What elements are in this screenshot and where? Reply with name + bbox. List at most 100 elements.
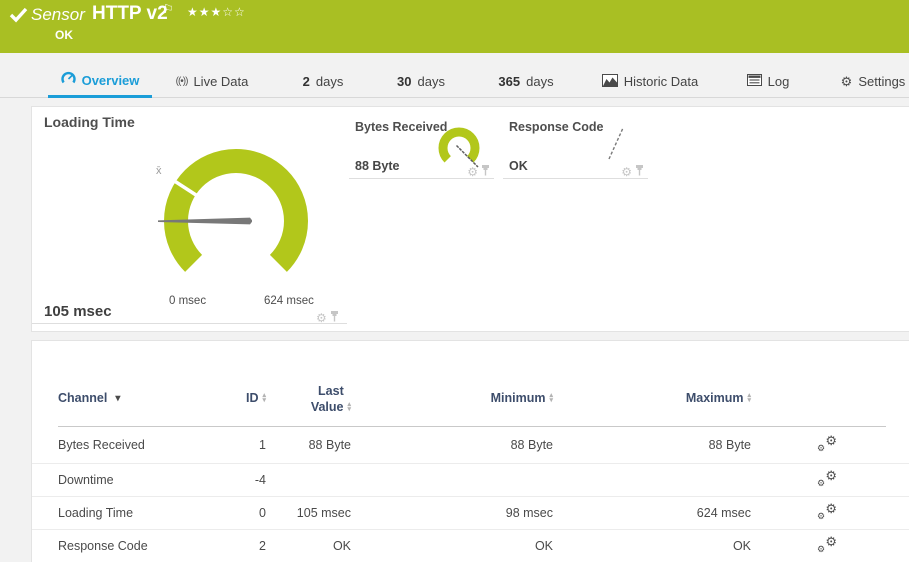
sensor-overview-page: Sensor HTTP v2 ⚐ ★★★☆☆ OK Overview ((•))… bbox=[0, 0, 909, 562]
gauge-value: 88 Byte bbox=[355, 159, 399, 173]
tab-number: 365 bbox=[498, 74, 520, 89]
tab-label: days bbox=[526, 74, 553, 89]
gears-icon[interactable]: ⚙⚙ bbox=[817, 503, 837, 520]
gauge-widget-loading-time: Loading Time x̄ 0 msec 624 msec 105 msec… bbox=[32, 107, 347, 324]
tab-30-days[interactable]: 30 days bbox=[386, 65, 456, 98]
tab-365-days[interactable]: 365 days bbox=[487, 65, 565, 98]
column-label: Minimum bbox=[491, 391, 546, 405]
cell-id: -4 bbox=[192, 473, 266, 487]
cell-id: 2 bbox=[192, 539, 266, 553]
sensor-status-badge: OK bbox=[55, 28, 73, 42]
column-header-maximum[interactable]: Maximum▴▾ bbox=[631, 391, 751, 405]
tab-label: Overview bbox=[82, 73, 140, 88]
sort-icon: ▴▾ bbox=[549, 393, 553, 403]
tab-2-days[interactable]: 2 days bbox=[292, 65, 354, 98]
sort-icon: ▴▾ bbox=[347, 402, 351, 412]
sort-desc-icon: ▾ bbox=[115, 393, 120, 404]
live-data-icon: ((•)) bbox=[176, 76, 188, 87]
cell-minimum: OK bbox=[433, 539, 553, 553]
gauge-settings-icon[interactable]: ⚙ bbox=[316, 312, 327, 324]
pin-icon[interactable] bbox=[635, 163, 644, 181]
cell-channel: Downtime bbox=[58, 473, 208, 487]
priority-flag-icon[interactable]: ⚐ bbox=[163, 2, 174, 16]
gauge-scale-max: 624 msec bbox=[264, 295, 314, 307]
table-row: Loading Time 0 105 msec 98 msec 624 msec… bbox=[32, 497, 909, 530]
gauge-widget-response-code: Response Code OK ⚙ bbox=[503, 107, 648, 179]
column-header-id[interactable]: ID▴▾ bbox=[192, 391, 266, 405]
gauge-value: 105 msec bbox=[44, 303, 112, 320]
tab-label: days bbox=[316, 74, 343, 89]
cell-id: 1 bbox=[192, 438, 266, 452]
tab-historic-data[interactable]: Historic Data bbox=[593, 65, 707, 98]
gauge-controls: ⚙ bbox=[621, 163, 644, 181]
column-label: Last bbox=[318, 384, 344, 398]
gauge-title: Response Code bbox=[509, 120, 603, 134]
gears-icon[interactable]: ⚙⚙ bbox=[817, 470, 837, 487]
loading-time-gauge bbox=[156, 141, 316, 306]
cell-last-value: 88 Byte bbox=[261, 438, 351, 452]
pin-icon[interactable] bbox=[330, 309, 339, 327]
cell-maximum: OK bbox=[631, 539, 751, 553]
column-header-channel[interactable]: Channel ▾ bbox=[58, 391, 208, 405]
status-check-icon bbox=[8, 5, 30, 30]
table-row: Downtime -4 ⚙⚙ bbox=[32, 464, 909, 497]
gauge-settings-icon[interactable]: ⚙ bbox=[621, 166, 632, 178]
channel-settings-button[interactable]: ⚙⚙ bbox=[814, 536, 840, 556]
gauge-settings-icon[interactable]: ⚙ bbox=[467, 166, 478, 178]
tab-label: Live Data bbox=[193, 74, 248, 89]
column-label: Maximum bbox=[686, 391, 744, 405]
column-header-last-value[interactable]: Last Value▴▾ bbox=[261, 383, 351, 415]
gauges-panel: Loading Time x̄ 0 msec 624 msec 105 msec… bbox=[31, 106, 909, 332]
tab-bar: Overview ((•)) Live Data 2 days 30 days … bbox=[0, 65, 909, 98]
gauge-controls: ⚙ bbox=[316, 309, 339, 327]
column-label: ID bbox=[246, 391, 259, 405]
channel-settings-button[interactable]: ⚙⚙ bbox=[814, 470, 840, 490]
column-label: Channel bbox=[58, 391, 107, 405]
stars-empty[interactable]: ☆☆ bbox=[222, 5, 246, 19]
cell-last-value: OK bbox=[261, 539, 351, 553]
cell-minimum: 88 Byte bbox=[433, 438, 553, 452]
tab-label: days bbox=[418, 74, 445, 89]
stars-filled[interactable]: ★★★ bbox=[187, 5, 222, 19]
tab-label: Settings bbox=[858, 74, 905, 89]
gauge-controls: ⚙ bbox=[467, 163, 490, 181]
cell-channel: Bytes Received bbox=[58, 438, 208, 452]
gauge-widget-bytes-received: Bytes Received 88 Byte ⚙ bbox=[349, 107, 494, 179]
response-code-gauge bbox=[603, 123, 629, 168]
tab-label: Historic Data bbox=[624, 74, 698, 89]
gear-icon: ⚙ bbox=[841, 75, 853, 88]
cell-last-value: 105 msec bbox=[261, 506, 351, 520]
channels-panel: Channel▾ ID▴▾ Last Value▴▾ Minimum▴▾ Max… bbox=[31, 340, 909, 562]
historic-chart-icon bbox=[602, 74, 618, 90]
sensor-name: HTTP v2 bbox=[92, 3, 168, 25]
column-header-minimum[interactable]: Minimum▴▾ bbox=[433, 391, 553, 405]
tab-label: Log bbox=[768, 74, 790, 89]
gears-icon[interactable]: ⚙⚙ bbox=[817, 536, 837, 553]
cell-channel: Loading Time bbox=[58, 506, 208, 520]
tab-log[interactable]: Log bbox=[738, 65, 798, 98]
cell-channel: Response Code bbox=[58, 539, 208, 553]
cell-maximum: 624 msec bbox=[631, 506, 751, 520]
gauge-title: Loading Time bbox=[44, 114, 135, 130]
tab-number: 2 bbox=[303, 74, 310, 89]
pin-icon[interactable] bbox=[481, 163, 490, 181]
channel-settings-button[interactable]: ⚙⚙ bbox=[814, 503, 840, 523]
gauge-value: OK bbox=[509, 159, 528, 173]
channel-settings-button[interactable]: ⚙⚙ bbox=[814, 435, 840, 455]
tab-overview[interactable]: Overview bbox=[48, 65, 152, 98]
object-type-label: Sensor bbox=[31, 5, 85, 25]
log-icon bbox=[747, 74, 762, 89]
sort-icon: ▴▾ bbox=[747, 393, 751, 403]
sensor-header: Sensor HTTP v2 ⚐ ★★★☆☆ OK bbox=[0, 0, 909, 53]
gears-icon[interactable]: ⚙⚙ bbox=[817, 435, 837, 452]
table-row: Bytes Received 1 88 Byte 88 Byte 88 Byte… bbox=[32, 426, 909, 464]
gauge-scale-min: 0 msec bbox=[169, 295, 206, 307]
table-row: Response Code 2 OK OK OK ⚙⚙ bbox=[32, 530, 909, 562]
tab-live-data[interactable]: ((•)) Live Data bbox=[168, 65, 256, 98]
cell-minimum: 98 msec bbox=[433, 506, 553, 520]
tab-settings[interactable]: ⚙ Settings bbox=[833, 65, 909, 98]
cell-maximum: 88 Byte bbox=[631, 438, 751, 452]
gauge-icon bbox=[61, 71, 76, 89]
priority-stars[interactable]: ★★★☆☆ bbox=[187, 5, 246, 19]
tab-number: 30 bbox=[397, 74, 411, 89]
